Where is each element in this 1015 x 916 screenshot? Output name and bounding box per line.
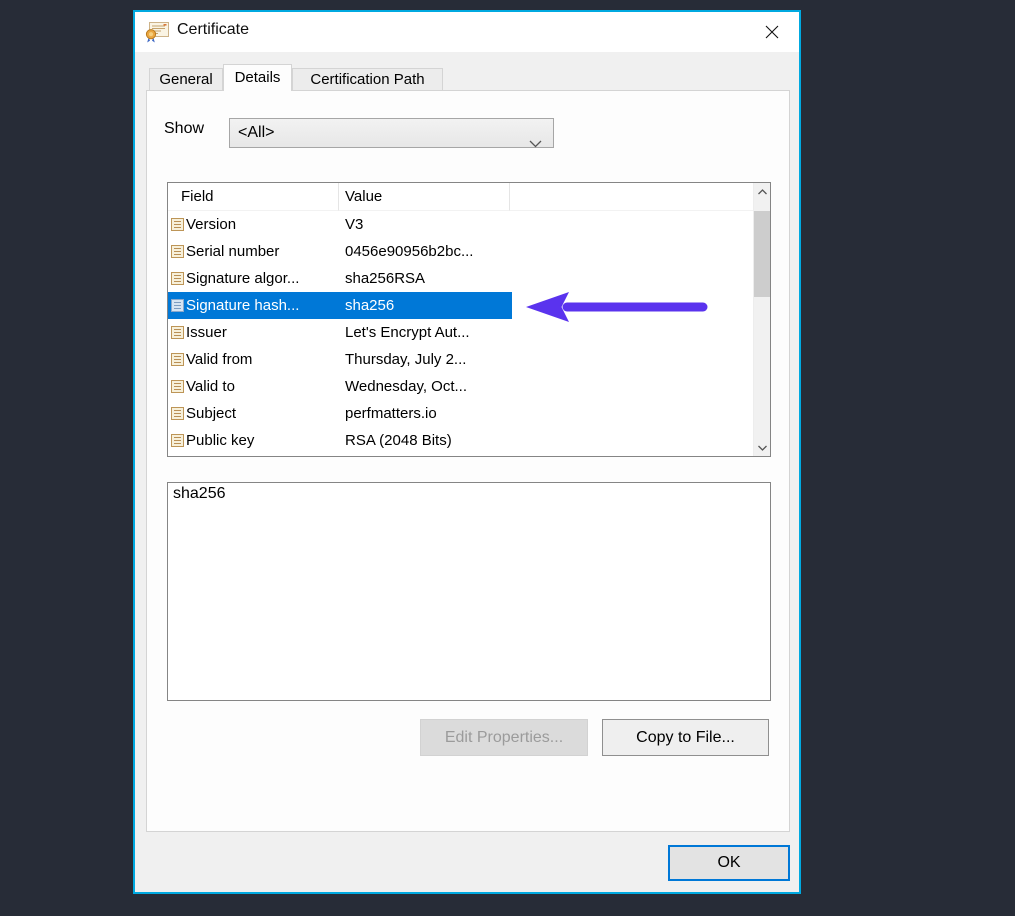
field-name: Version <box>186 211 236 238</box>
list-row-valid-from[interactable]: Valid from Thursday, July 2... <box>168 346 753 373</box>
chevron-down-icon <box>529 130 542 158</box>
field-value: Thursday, July 2... <box>345 346 466 373</box>
tab-certification-path[interactable]: Certification Path <box>292 68 443 91</box>
certificate-field-icon <box>171 218 184 231</box>
field-name: Serial number <box>186 238 279 265</box>
field-name: Public key <box>186 427 254 454</box>
scroll-down-button[interactable] <box>754 439 770 456</box>
field-name: Signature hash... <box>186 292 299 319</box>
certificate-field-icon <box>171 434 184 447</box>
field-name: Valid to <box>186 373 235 400</box>
chevron-down-icon <box>758 445 767 451</box>
show-dropdown-value: <All> <box>238 124 274 141</box>
scroll-up-button[interactable] <box>754 183 770 200</box>
field-name: Valid from <box>186 346 252 373</box>
field-value: Let's Encrypt Aut... <box>345 319 470 346</box>
field-name: Subject <box>186 400 236 427</box>
annotation-arrow-icon <box>515 288 715 326</box>
certificate-field-icon <box>171 353 184 366</box>
field-value: sha256RSA <box>345 265 425 292</box>
field-value: Wednesday, Oct... <box>345 373 467 400</box>
certificate-dialog: Certificate General Details Certificatio… <box>133 10 801 894</box>
close-button[interactable] <box>751 15 793 49</box>
certificate-field-icon <box>171 245 184 258</box>
edit-properties-button: Edit Properties... <box>420 719 588 756</box>
ok-button[interactable]: OK <box>668 845 790 881</box>
vertical-scrollbar[interactable] <box>753 183 770 456</box>
title-bar[interactable]: Certificate <box>135 12 799 52</box>
tab-general[interactable]: General <box>149 68 223 91</box>
certificate-field-icon <box>171 272 184 285</box>
field-value: sha256 <box>345 292 394 319</box>
column-header-field[interactable]: Field <box>168 183 339 211</box>
field-detail-text: sha256 <box>173 485 226 502</box>
field-value: V3 <box>345 211 363 238</box>
list-row-version[interactable]: Version V3 <box>168 211 753 238</box>
column-header-filler <box>510 183 753 211</box>
close-icon <box>765 25 779 39</box>
list-row-serial-number[interactable]: Serial number 0456e90956b2bc... <box>168 238 753 265</box>
show-label: Show <box>164 120 204 138</box>
column-header-value[interactable]: Value <box>339 183 510 211</box>
window-title: Certificate <box>177 21 249 39</box>
certificate-field-icon <box>171 299 184 312</box>
certificate-field-icon <box>171 326 184 339</box>
field-detail-textbox[interactable]: sha256 <box>167 482 771 701</box>
details-tab-page: Show <All> Field Value Version V3 Serial… <box>146 90 790 832</box>
field-value: perfmatters.io <box>345 400 437 427</box>
field-value: 0456e90956b2bc... <box>345 238 473 265</box>
tab-details[interactable]: Details <box>223 64 292 91</box>
certificate-field-icon <box>171 407 184 420</box>
show-dropdown[interactable]: <All> <box>229 118 554 148</box>
field-name: Issuer <box>186 319 227 346</box>
field-name: Signature algor... <box>186 265 299 292</box>
list-row-valid-to[interactable]: Valid to Wednesday, Oct... <box>168 373 753 400</box>
list-row-subject[interactable]: Subject perfmatters.io <box>168 400 753 427</box>
scrollbar-thumb[interactable] <box>754 211 770 297</box>
chevron-up-icon <box>758 189 767 195</box>
field-value: RSA (2048 Bits) <box>345 427 452 454</box>
copy-to-file-button[interactable]: Copy to File... <box>602 719 769 756</box>
certificate-icon <box>144 21 170 43</box>
certificate-field-icon <box>171 380 184 393</box>
list-row-public-key[interactable]: Public key RSA (2048 Bits) <box>168 427 753 454</box>
